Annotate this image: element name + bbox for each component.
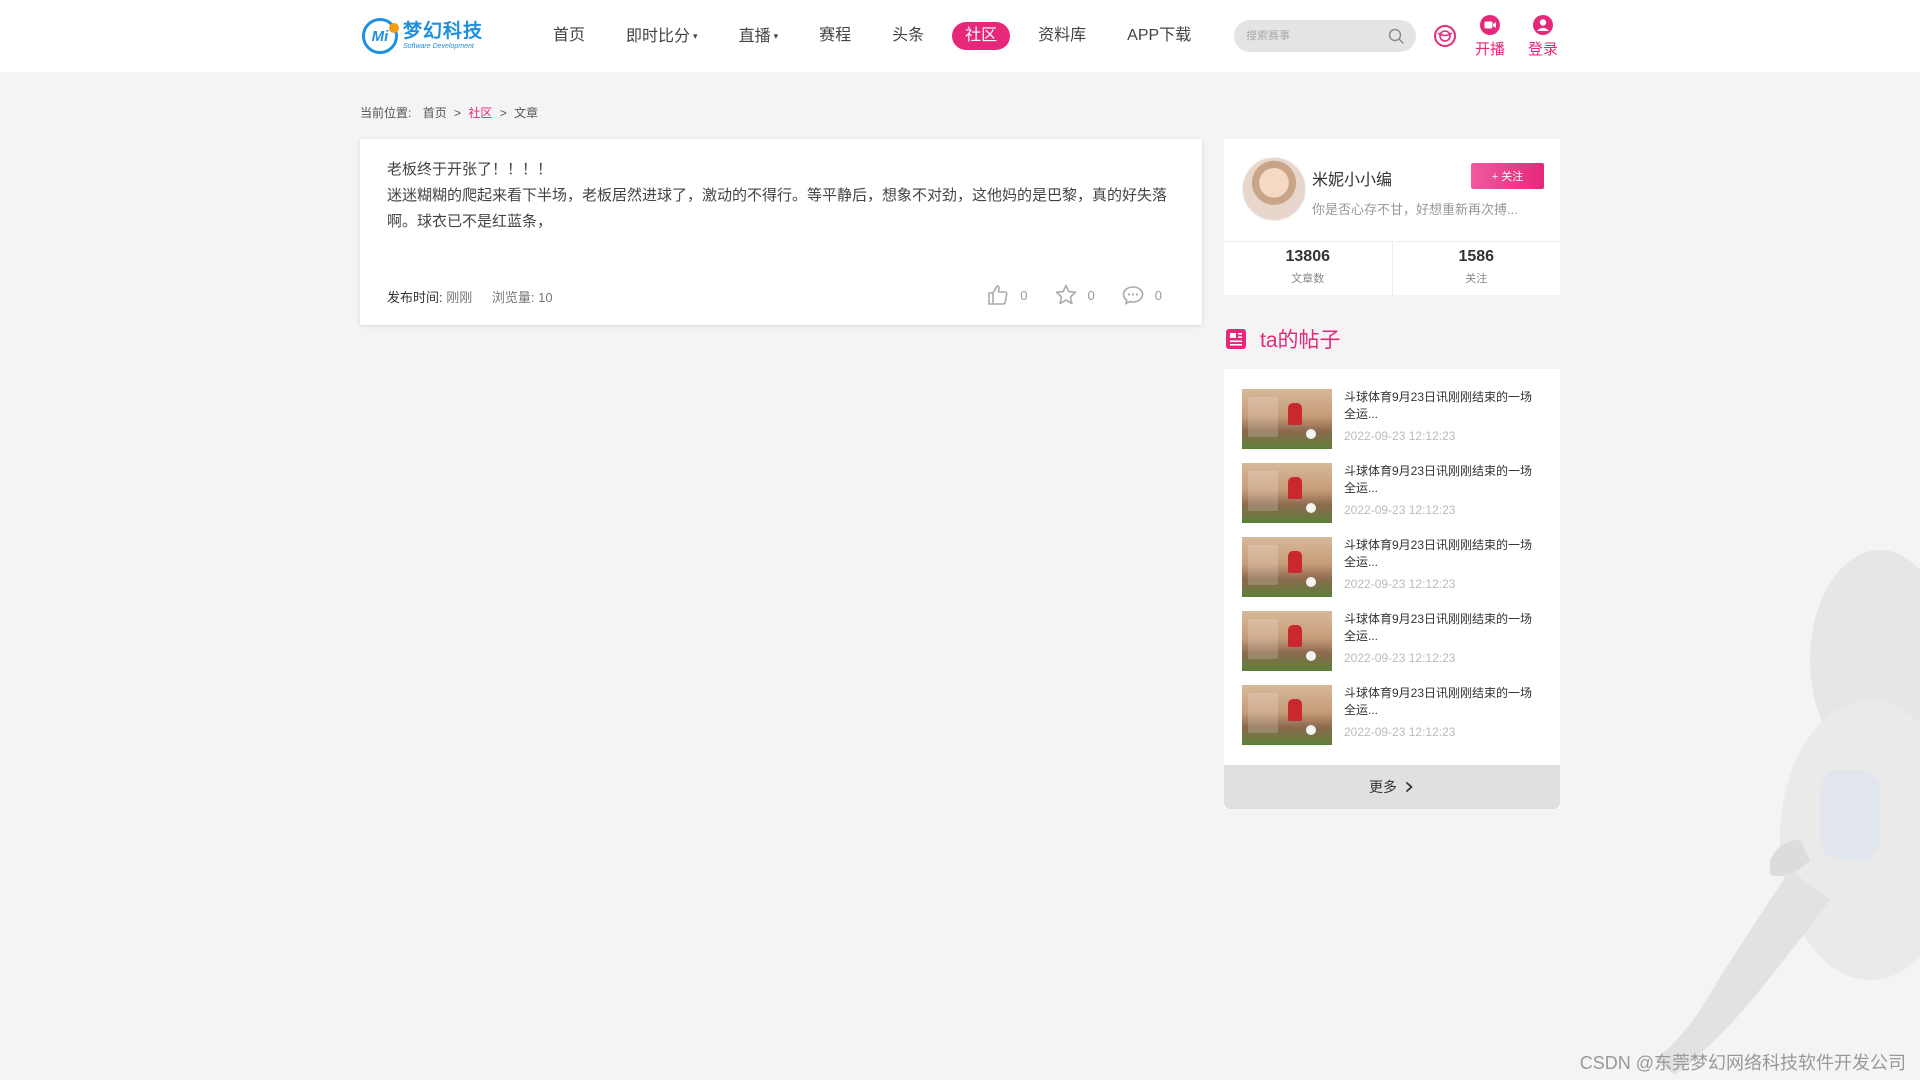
search-box <box>1234 20 1416 52</box>
login-label: 登录 <box>1528 41 1559 58</box>
favorite-count: 0 <box>1087 287 1095 303</box>
list-item[interactable]: 斗球体育9月23日讯刚刚结束的一场全运... 2022-09-23 12:12:… <box>1242 389 1546 449</box>
article-actions: 0 0 0 <box>960 283 1162 307</box>
breadcrumb-separator: > <box>454 106 462 120</box>
publish-time-value: 刚刚 <box>446 290 473 305</box>
views-value: 10 <box>538 290 553 305</box>
document-icon <box>1226 329 1246 349</box>
comment-bubble-icon <box>1122 286 1144 305</box>
breadcrumb-home[interactable]: 首页 <box>423 106 447 120</box>
search-input[interactable] <box>1246 30 1386 42</box>
like-button[interactable]: 0 <box>986 283 1028 307</box>
post-title: 斗球体育9月23日讯刚刚结束的一场全运... <box>1344 464 1533 495</box>
nav-database[interactable]: 资料库 <box>1025 22 1099 50</box>
nav-live-stream[interactable]: 直播 ▾ <box>726 22 792 50</box>
post-date: 2022-09-23 12:12:23 <box>1344 503 1456 517</box>
nav-app-download[interactable]: APP下载 <box>1114 22 1204 50</box>
login-button[interactable]: 登录 <box>1528 14 1558 59</box>
list-item[interactable]: 斗球体育9月23日讯刚刚结束的一场全运... 2022-09-23 12:12:… <box>1242 463 1546 523</box>
article-meta: 发布时间: 刚刚 浏览量: 10 <box>387 287 553 306</box>
logo-text: 梦幻科技 Software Development <box>403 20 484 51</box>
article-card: 老板终于开张了！！！！ 迷迷糊糊的爬起来看下半场，老板居然进球了，激动的不得行。… <box>360 139 1202 325</box>
breadcrumb-current: 文章 <box>514 106 539 120</box>
views-label: 浏览量: <box>491 290 535 305</box>
caret-down-icon: ▾ <box>773 31 779 41</box>
follow-button[interactable]: + 关注 <box>1471 163 1544 189</box>
post-thumbnail <box>1242 537 1332 597</box>
publish-time-label: 发布时间: <box>387 290 443 305</box>
thumbs-up-icon <box>988 285 1008 305</box>
video-camera-icon <box>1480 15 1500 35</box>
breadcrumb-prefix: 当前位置: <box>360 106 412 120</box>
post-thumbnail <box>1242 389 1332 449</box>
comment-button[interactable]: 0 <box>1121 283 1162 307</box>
article-content: 老板终于开张了！！！！ 迷迷糊糊的爬起来看下半场，老板居然进球了，激动的不得行。… <box>387 157 1177 235</box>
post-thumbnail <box>1242 685 1332 745</box>
nav-app-download-label: APP下载 <box>1127 27 1192 44</box>
nav-community[interactable]: 社区 <box>952 22 1011 50</box>
main-nav: 首页 即时比分 ▾ 直播 ▾ 赛程 头条 社区 资料库 APP下载 <box>540 0 1219 72</box>
posts-title: ta的帖子 <box>1260 329 1341 352</box>
nav-headlines[interactable]: 头条 <box>879 22 937 50</box>
site-logo[interactable]: Mi 梦幻科技 Software Development <box>362 16 492 56</box>
logo-mark: Mi <box>362 18 399 54</box>
logo-subtitle: Software Development <box>403 42 474 50</box>
stat-following: 1586 关注 <box>1391 242 1561 295</box>
nav-live-scores-label: 即时比分 <box>626 28 691 45</box>
user-icon <box>1533 15 1553 35</box>
language-icon[interactable] <box>1433 24 1457 48</box>
broadcast-button[interactable]: 开播 <box>1475 14 1505 59</box>
background-player-illustration <box>1655 550 1920 1075</box>
stat-articles: 13806 文章数 <box>1224 242 1392 295</box>
articles-label: 文章数 <box>1291 273 1325 285</box>
more-label: 更多 <box>1369 779 1397 795</box>
nav-home-label: 首页 <box>553 27 586 44</box>
author-name[interactable]: 米妮小小编 <box>1312 166 1392 190</box>
nav-community-label: 社区 <box>965 27 998 44</box>
post-thumbnail <box>1242 463 1332 523</box>
watermark: CSDN @东莞梦幻网络科技软件开发公司 <box>1579 1053 1906 1073</box>
article-title: 老板终于开张了！！！！ <box>387 161 553 178</box>
avatar[interactable] <box>1242 157 1306 221</box>
posts-heading: ta的帖子 <box>1224 324 1341 354</box>
author-profile-card: 米妮小小编 你是否心存不甘，好想重新再次搏... + 关注 13806 文章数 … <box>1224 139 1560 295</box>
nav-database-label: 资料库 <box>1038 27 1087 44</box>
breadcrumb-separator: > <box>499 106 507 120</box>
following-label: 关注 <box>1465 273 1488 285</box>
nav-headlines-label: 头条 <box>892 27 925 44</box>
nav-home[interactable]: 首页 <box>540 22 598 50</box>
post-thumbnail <box>1242 611 1332 671</box>
chevron-right-icon <box>1406 782 1413 792</box>
nav-schedule-label: 赛程 <box>819 27 852 44</box>
breadcrumb: 当前位置: 首页 > 社区 > 文章 <box>360 104 538 121</box>
following-count: 1586 <box>1458 248 1495 265</box>
article-text: 迷迷糊糊的爬起来看下半场，老板居然进球了，激动的不得行。等平静后，想象不对劲，这… <box>387 187 1168 230</box>
search-icon[interactable] <box>1388 28 1404 44</box>
caret-down-icon: ▾ <box>693 31 698 41</box>
nav-live-stream-label: 直播 <box>738 28 771 45</box>
broadcast-label: 开播 <box>1475 41 1506 58</box>
star-icon <box>1055 284 1076 305</box>
top-header: Mi 梦幻科技 Software Development 首页 即时比分 ▾ 直播… <box>0 0 1920 72</box>
comment-count: 0 <box>1154 287 1162 303</box>
post-title: 斗球体育9月23日讯刚刚结束的一场全运... <box>1344 390 1533 421</box>
articles-count: 13806 <box>1285 248 1331 265</box>
nav-live-scores[interactable]: 即时比分 ▾ <box>613 22 711 50</box>
author-stats: 13806 文章数 1586 关注 <box>1224 241 1560 295</box>
like-count: 0 <box>1020 287 1028 303</box>
author-bio: 你是否心存不甘，好想重新再次搏... <box>1312 202 1518 217</box>
nav-schedule[interactable]: 赛程 <box>806 22 864 50</box>
logo-title: 梦幻科技 <box>403 20 484 42</box>
post-date: 2022-09-23 12:12:23 <box>1344 429 1456 443</box>
favorite-button[interactable]: 0 <box>1054 283 1095 307</box>
breadcrumb-community[interactable]: 社区 <box>468 106 492 120</box>
